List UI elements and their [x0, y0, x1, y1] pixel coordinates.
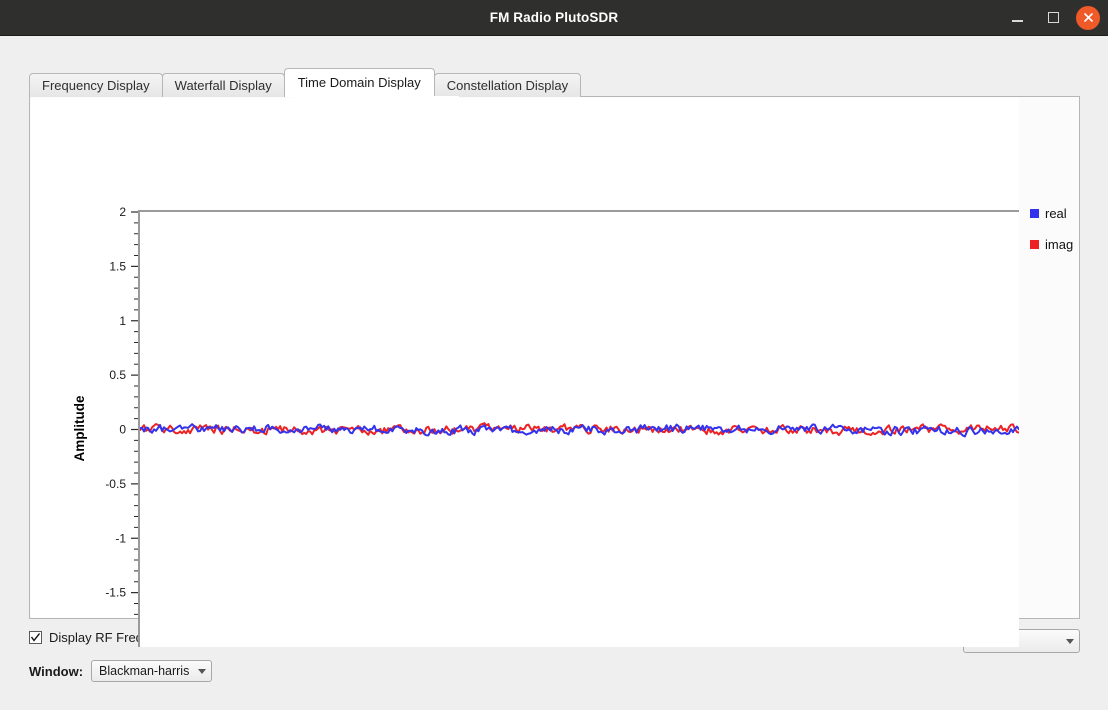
maximize-glyph	[1047, 12, 1059, 23]
window-titlebar: FM Radio PlutoSDR	[0, 0, 1108, 36]
chevron-down-icon	[1066, 638, 1074, 644]
close-x-glyph	[1083, 12, 1093, 23]
window-controls	[1004, 0, 1100, 35]
tab-frequency-display[interactable]: Frequency Display	[29, 73, 163, 97]
window-function-value: Blackman-harris	[99, 664, 190, 678]
checkbox-icon[interactable]	[29, 631, 42, 644]
window-function-label: Window:	[29, 663, 84, 679]
time-domain-panel: -2-1.5-1-0.500.511.520501001502002503003…	[29, 96, 1080, 647]
svg-text:real: real	[1045, 206, 1067, 221]
tab-time-domain-display[interactable]: Time Domain Display	[283, 68, 435, 97]
check-mark-icon	[30, 633, 41, 642]
tab-bar: Frequency Display Waterfall Display Time…	[29, 68, 582, 97]
close-icon[interactable]	[1076, 5, 1100, 30]
maximize-icon[interactable]	[1040, 5, 1066, 31]
tab-waterfall-display[interactable]: Waterfall Display	[161, 73, 285, 97]
window-title: FM Radio PlutoSDR	[489, 10, 619, 25]
plot-data-area	[138, 210, 1019, 647]
time-domain-plot[interactable]: -2-1.5-1-0.500.511.520501001502002503003…	[30, 97, 1079, 647]
window-function-row: Window: Blackman-harris	[29, 660, 213, 682]
svg-text:imag: imag	[1045, 237, 1073, 252]
chevron-down-icon	[198, 668, 207, 674]
tab-constellation-display[interactable]: Constellation Display	[433, 73, 582, 97]
active-tab-seam	[294, 96, 459, 98]
minimize-glyph	[1011, 20, 1023, 22]
window-function-select[interactable]: Blackman-harris	[91, 660, 213, 682]
minimize-icon[interactable]	[1004, 5, 1030, 31]
plot-traces	[140, 422, 1019, 438]
